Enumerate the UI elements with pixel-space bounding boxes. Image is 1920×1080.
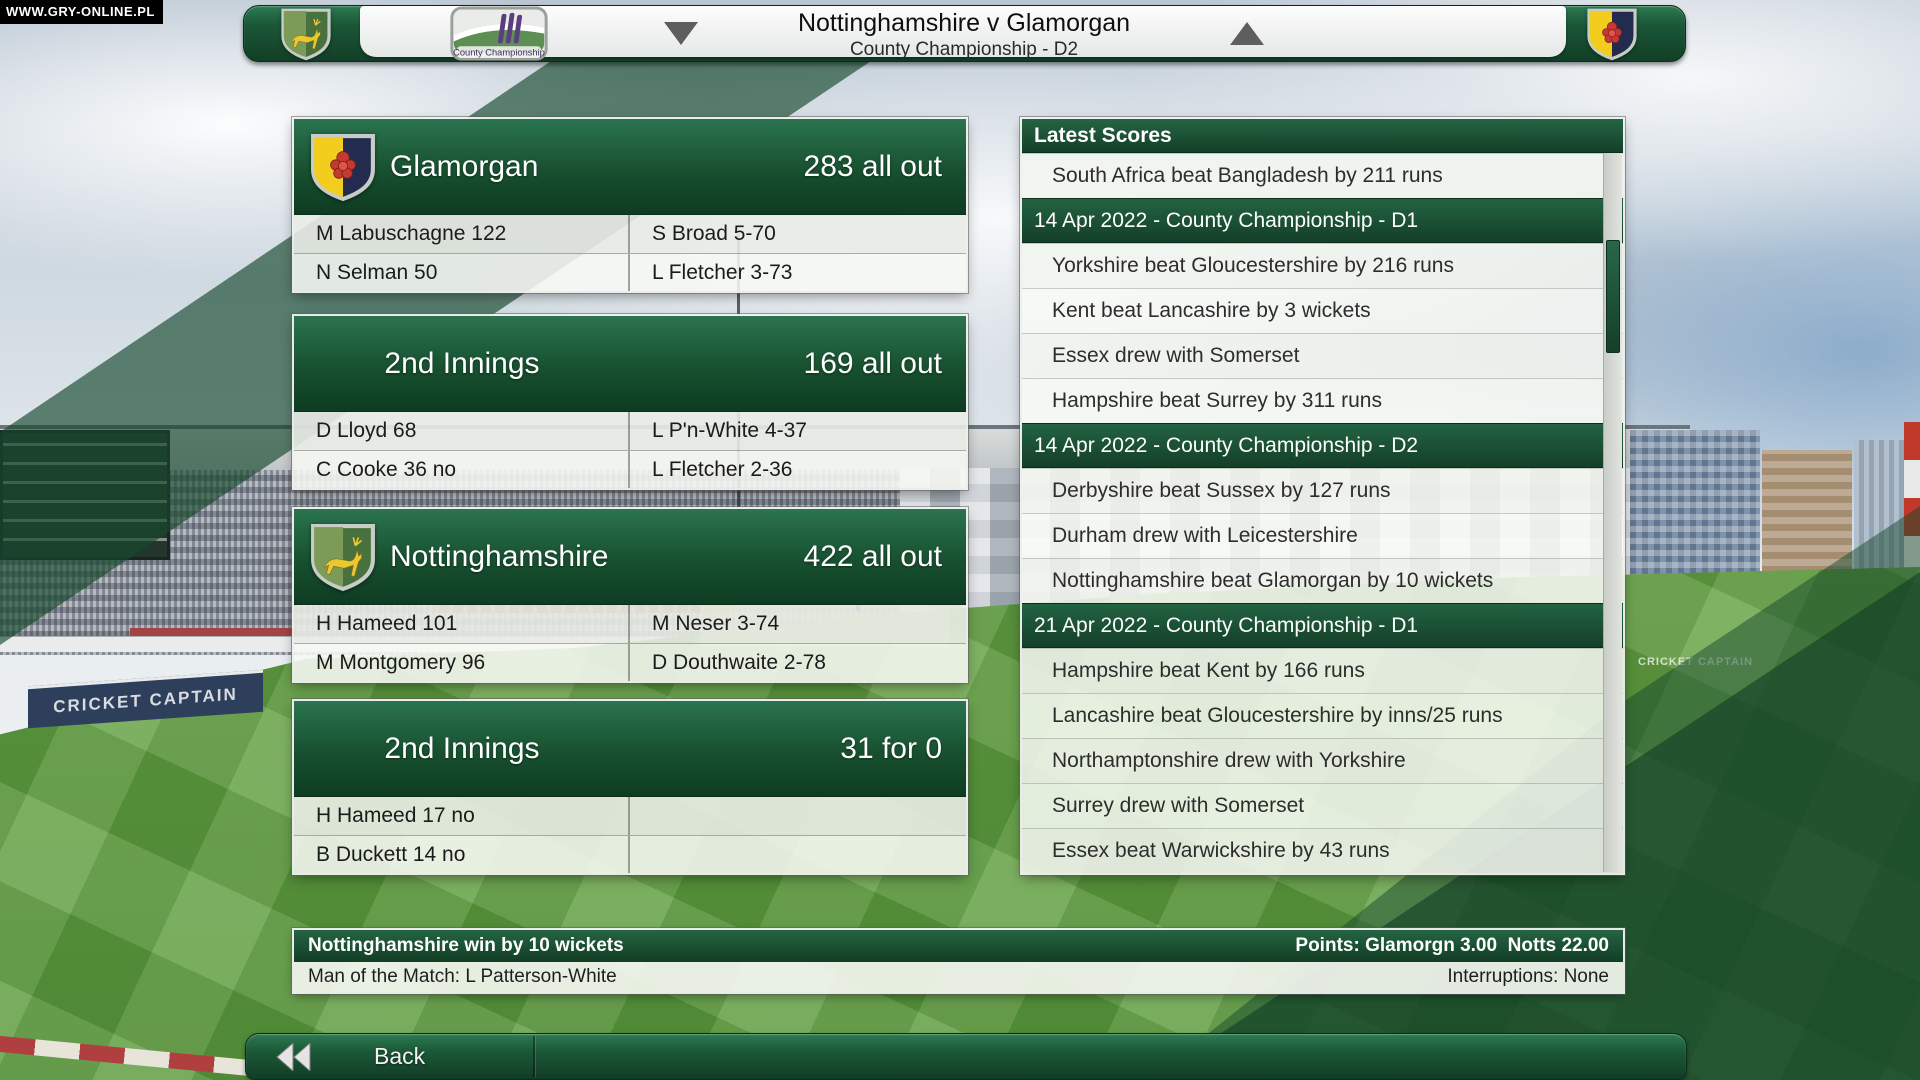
score-item: Hampshire beat Kent by 166 runs	[1022, 648, 1623, 693]
score-item: Derbyshire beat Sussex by 127 runs	[1022, 468, 1623, 513]
scorecard-total: 422 all out	[804, 540, 942, 574]
latest-scores-scrollbar-thumb[interactable]	[1606, 240, 1620, 353]
top-bowler: M Neser 3-74	[630, 605, 966, 643]
scorecard-innings-title: 2nd Innings	[294, 347, 630, 381]
scorecard-team-name: Nottinghamshire	[390, 540, 608, 574]
match-title: Nottinghamshire v Glamorgan	[604, 9, 1324, 38]
score-section-header: 14 Apr 2022 - County Championship - D2	[1022, 423, 1623, 468]
score-item: South Africa beat Bangladesh by 211 runs	[1022, 153, 1623, 198]
scorecard-row: M Montgomery 96 D Douthwaite 2-78	[294, 643, 966, 681]
top-batter: H Hameed 17 no	[294, 797, 630, 835]
latest-scores-title: Latest Scores	[1022, 119, 1623, 153]
score-item: Hampshire beat Surrey by 311 runs	[1022, 378, 1623, 423]
back-button-label: Back	[374, 1043, 425, 1070]
top-bowler: S Broad 5-70	[630, 215, 966, 253]
glamorgan-badge-icon	[310, 131, 376, 203]
top-bowler: L P'n-White 4-37	[630, 412, 966, 450]
city-building	[1762, 450, 1852, 580]
scorecard-row: B Duckett 14 no	[294, 835, 966, 873]
next-match-arrow-icon[interactable]	[1230, 22, 1264, 45]
county-championship-logo-icon: County Championship	[448, 6, 550, 61]
top-batter: N Selman 50	[294, 254, 630, 291]
glamorgan-badge-icon	[1574, 7, 1650, 61]
points-text: Points: Glamorgn 3.00 Notts 22.00	[1295, 935, 1609, 957]
scorecard-header: Glamorgan 283 all out	[294, 119, 966, 215]
score-item: Essex beat Warwickshire by 43 runs	[1022, 828, 1623, 873]
scorecard-row: H Hameed 101 M Neser 3-74	[294, 605, 966, 643]
top-bowler	[630, 836, 966, 873]
scorecard-innings-title: 2nd Innings	[294, 732, 630, 766]
site-watermark: WWW.GRY-ONLINE.PL	[0, 0, 163, 24]
scorecard-glamorgan-2nd-innings: 2nd Innings 169 all out D Lloyd 68 L P'n…	[294, 316, 966, 488]
match-subtitle: County Championship - D2	[604, 39, 1324, 61]
advertising-board-small: CRICKET CAPTAIN	[1638, 656, 1753, 668]
score-section-header: 14 Apr 2022 - County Championship - D1	[1022, 198, 1623, 243]
nottinghamshire-badge-icon	[310, 521, 376, 593]
scorecard-row: H Hameed 17 no	[294, 797, 966, 835]
back-button[interactable]: Back	[245, 1033, 1687, 1080]
top-batter: H Hameed 101	[294, 605, 630, 643]
scorecard-row: N Selman 50 L Fletcher 3-73	[294, 253, 966, 291]
top-batter: M Montgomery 96	[294, 644, 630, 681]
scorecard-team-name: Glamorgan	[390, 150, 538, 184]
scorecard-nottinghamshire-1st-innings: Nottinghamshire 422 all out H Hameed 101…	[294, 509, 966, 681]
scorecard-header: 2nd Innings 169 all out	[294, 316, 966, 412]
scorecard-row: M Labuschagne 122 S Broad 5-70	[294, 215, 966, 253]
score-item: Kent beat Lancashire by 3 wickets	[1022, 288, 1623, 333]
top-batter: B Duckett 14 no	[294, 836, 630, 873]
top-batter: M Labuschagne 122	[294, 215, 630, 253]
rewind-icon	[276, 1043, 314, 1071]
interruptions-text: Interruptions: None	[1447, 966, 1609, 988]
scorecard-total: 31 for 0	[840, 732, 942, 766]
top-batter: D Lloyd 68	[294, 412, 630, 450]
top-batter: C Cooke 36 no	[294, 451, 630, 488]
match-title-block: Nottinghamshire v Glamorgan County Champ…	[604, 9, 1324, 61]
stadium-scoreboard	[0, 430, 170, 560]
scorecard-nottinghamshire-2nd-innings: 2nd Innings 31 for 0 H Hameed 17 no B Du…	[294, 701, 966, 873]
score-item: Essex drew with Somerset	[1022, 333, 1623, 378]
score-item: Surrey drew with Somerset	[1022, 783, 1623, 828]
match-result-text: Nottinghamshire win by 10 wickets	[308, 935, 624, 957]
scorecard-total: 283 all out	[804, 150, 942, 184]
scorecard-total: 169 all out	[804, 347, 942, 381]
score-item: Lancashire beat Gloucestershire by inns/…	[1022, 693, 1623, 738]
city-building	[1630, 430, 1760, 580]
match-result-summary: Nottinghamshire win by 10 wickets Points…	[294, 930, 1623, 992]
top-bowler	[630, 797, 966, 835]
man-of-the-match-text: Man of the Match: L Patterson-White	[308, 966, 617, 988]
top-bowler: L Fletcher 3-73	[630, 254, 966, 291]
score-section-header: 21 Apr 2022 - County Championship - D1	[1022, 603, 1623, 648]
score-item: Yorkshire beat Gloucestershire by 216 ru…	[1022, 243, 1623, 288]
match-header-bar: County Championship Nottinghamshire v Gl…	[243, 5, 1686, 62]
score-item: Nottinghamshire beat Glamorgan by 10 wic…	[1022, 558, 1623, 603]
scorecard-row: D Lloyd 68 L P'n-White 4-37	[294, 412, 966, 450]
latest-scores-panel: Latest Scores South Africa beat Banglade…	[1022, 119, 1623, 873]
match-details-row: Man of the Match: L Patterson-White Inte…	[294, 962, 1623, 992]
top-bowler: D Douthwaite 2-78	[630, 644, 966, 681]
scorecard-header: Nottinghamshire 422 all out	[294, 509, 966, 605]
competition-logo-label: County Championship	[453, 48, 545, 58]
match-summary-screen: CRICKET CAPTAIN CRICKET CAPTAIN WWW.GRY-…	[0, 0, 1920, 1080]
nottinghamshire-badge-icon	[268, 7, 344, 61]
top-bowler: L Fletcher 2-36	[630, 451, 966, 488]
back-bar-divider	[533, 1036, 535, 1077]
latest-scores-scrollbar-track[interactable]	[1603, 153, 1622, 872]
score-item: Durham drew with Leicestershire	[1022, 513, 1623, 558]
scorecard-glamorgan-1st-innings: Glamorgan 283 all out M Labuschagne 122 …	[294, 119, 966, 291]
result-row: Nottinghamshire win by 10 wickets Points…	[294, 930, 1623, 962]
score-item: Northamptonshire drew with Yorkshire	[1022, 738, 1623, 783]
scorecard-row: C Cooke 36 no L Fletcher 2-36	[294, 450, 966, 488]
scorecard-header: 2nd Innings 31 for 0	[294, 701, 966, 797]
